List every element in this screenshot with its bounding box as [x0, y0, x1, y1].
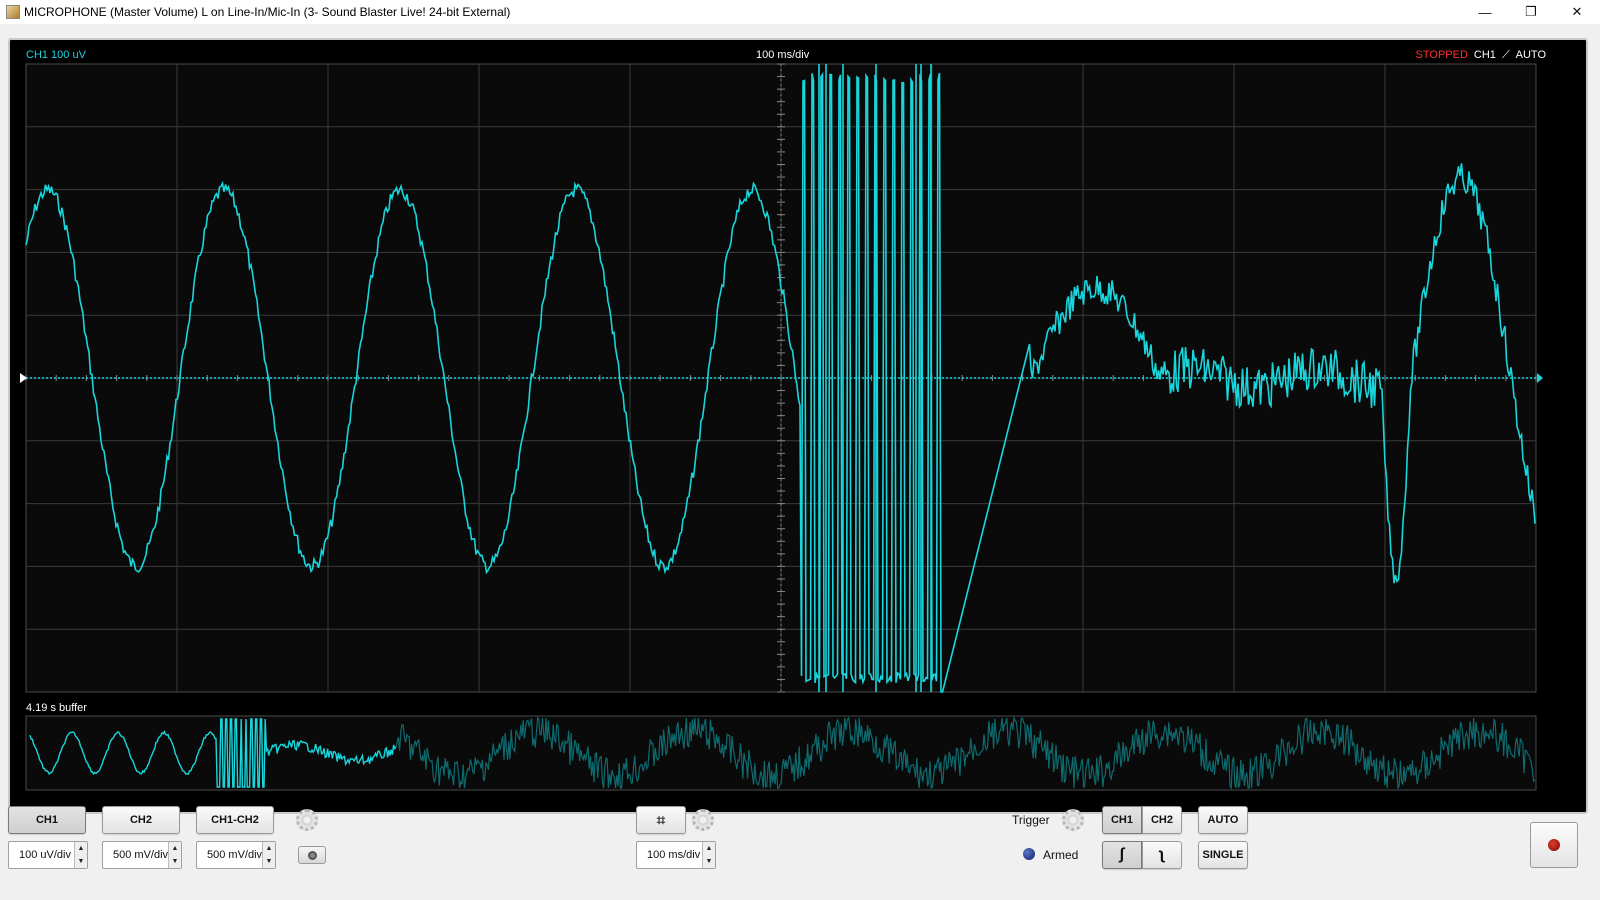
trigger-ch2-button[interactable]: CH2: [1142, 806, 1182, 834]
timebase-value: 100 ms/div: [647, 849, 701, 861]
up-arrow-icon[interactable]: ▲: [169, 842, 181, 855]
diff-scale-arrows[interactable]: ▲ ▼: [262, 842, 275, 868]
trigger-channel-label: CH1: [1473, 49, 1496, 61]
falling-edge-button[interactable]: ʅ: [1142, 841, 1182, 869]
trigger-mode-label: AUTO: [1515, 49, 1546, 61]
rising-edge-icon: ⟋: [1501, 49, 1510, 61]
record-icon: [1548, 839, 1560, 851]
ch1-button[interactable]: CH1: [8, 806, 86, 834]
ch1-scale-arrows[interactable]: ▲ ▼: [74, 842, 87, 868]
down-arrow-icon[interactable]: ▼: [169, 855, 181, 868]
ch2-scale-value: 500 mV/div: [113, 849, 169, 861]
timebase-label: 100 ms/div: [756, 49, 810, 61]
restore-button[interactable]: ❐: [1508, 0, 1554, 24]
auto-button[interactable]: AUTO: [1198, 806, 1248, 834]
diff-scale-value: 500 mV/div: [207, 849, 263, 861]
down-arrow-icon[interactable]: ▼: [703, 855, 715, 868]
trigger-status: STOPPED CH1 ⟋ AUTO: [1416, 49, 1546, 62]
rising-edge-button[interactable]: ∫: [1102, 841, 1142, 869]
trigger-settings-gear-icon[interactable]: [1062, 809, 1084, 831]
ch2-scale-arrows[interactable]: ▲ ▼: [168, 842, 181, 868]
control-panel: CH1 CH2 CH1-CH2 100 uV/div ▲ ▼ 500 mV/div…: [0, 806, 1600, 900]
window-title: MICROPHONE (Master Volume) L on Line-In/…: [24, 5, 511, 19]
window-controls: — ❐ ✕: [1462, 0, 1600, 24]
timebase-spinner[interactable]: 100 ms/div ▲ ▼: [636, 841, 716, 869]
timebase-settings-gear-icon[interactable]: [692, 809, 714, 831]
trigger-ch1-button[interactable]: CH1: [1102, 806, 1142, 834]
buffer-overview[interactable]: [25, 715, 1537, 791]
up-arrow-icon[interactable]: ▲: [263, 842, 275, 855]
grid-toggle-button[interactable]: ⌗: [636, 806, 686, 834]
armed-led-icon: [1023, 848, 1035, 860]
close-button[interactable]: ✕: [1554, 0, 1600, 24]
diff-scale-spinner[interactable]: 500 mV/div ▲ ▼: [196, 841, 276, 869]
record-button[interactable]: [1530, 822, 1578, 868]
title-bar: MICROPHONE (Master Volume) L on Line-In/…: [0, 0, 1600, 24]
ch1-scale-spinner[interactable]: 100 uV/div ▲ ▼: [8, 841, 88, 869]
rising-edge-icon: ∫: [1119, 846, 1125, 863]
timebase-arrows[interactable]: ▲ ▼: [702, 842, 715, 868]
ch1-scale-value: 100 uV/div: [19, 849, 71, 861]
app-icon: [6, 5, 20, 19]
trigger-label: Trigger: [1012, 813, 1050, 827]
buffer-label: 4.19 s buffer: [26, 702, 87, 714]
ch2-scale-spinner[interactable]: 500 mV/div ▲ ▼: [102, 841, 182, 869]
grid-icon: ⌗: [656, 811, 666, 829]
up-arrow-icon[interactable]: ▲: [75, 842, 87, 855]
down-arrow-icon[interactable]: ▼: [263, 855, 275, 868]
up-arrow-icon[interactable]: ▲: [703, 842, 715, 855]
falling-edge-icon: ʅ: [1159, 846, 1165, 863]
ch2-button[interactable]: CH2: [102, 806, 180, 834]
scope-display[interactable]: [10, 40, 1586, 812]
ch1-ch2-button[interactable]: CH1-CH2: [196, 806, 274, 834]
armed-label: Armed: [1043, 848, 1079, 862]
scope-panel: CH1 100 uV 100 ms/div STOPPED CH1 ⟋ AUTO…: [8, 38, 1588, 814]
single-button[interactable]: SINGLE: [1198, 841, 1248, 869]
screenshot-camera-icon[interactable]: [298, 846, 326, 864]
trigger-level-marker-icon[interactable]: [1537, 373, 1543, 383]
minimize-button[interactable]: —: [1462, 0, 1508, 24]
ch1-scale-label: CH1 100 uV: [26, 49, 86, 61]
channel-settings-gear-icon[interactable]: [296, 809, 318, 831]
stopped-status: STOPPED: [1415, 49, 1468, 61]
down-arrow-icon[interactable]: ▼: [75, 855, 87, 868]
camera-lens: [307, 850, 317, 860]
